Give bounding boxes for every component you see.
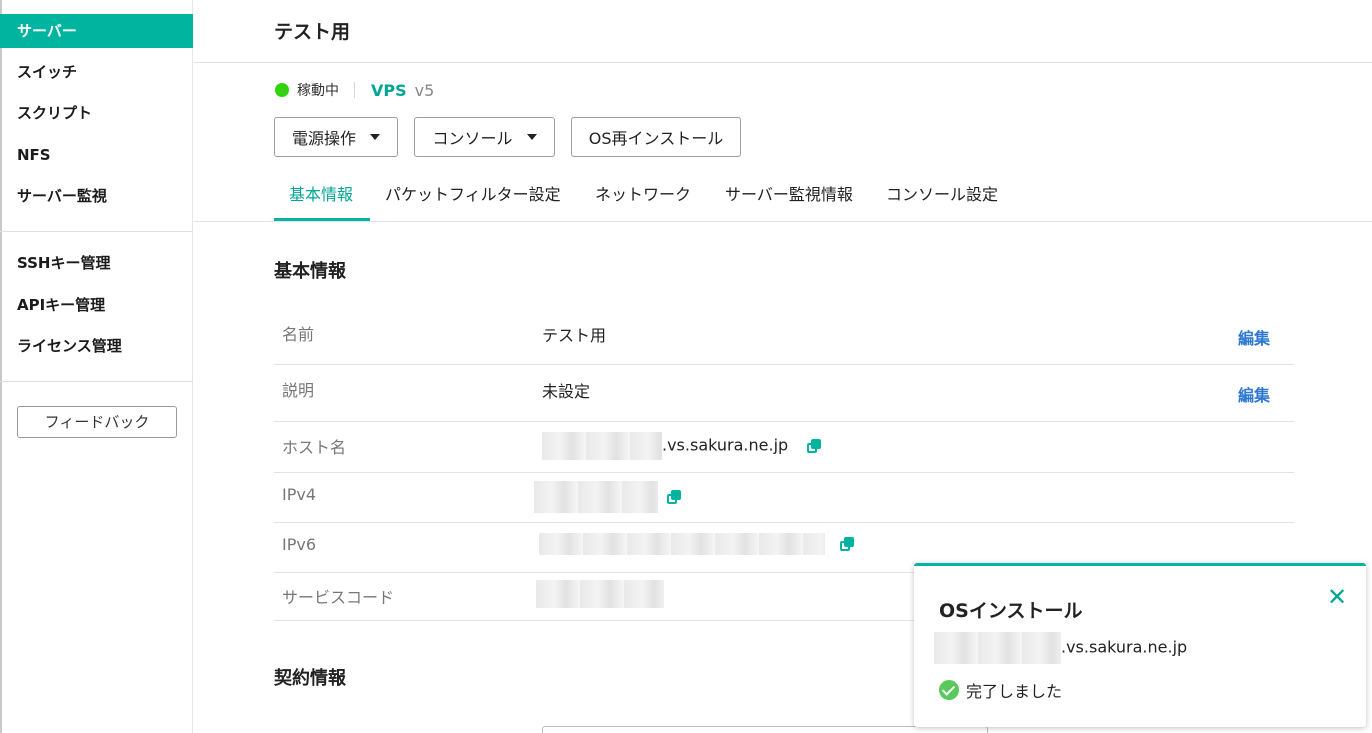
row-label: ホスト名	[282, 438, 347, 457]
tab-packet-filter[interactable]: パケットフィルター設定	[385, 178, 561, 221]
status-text: 稼動中	[297, 83, 339, 99]
redacted-text	[539, 533, 825, 555]
page-title: テスト用	[274, 21, 351, 43]
check-circle-icon	[939, 680, 959, 700]
description-value: 未設定	[542, 382, 591, 401]
service-code-value	[536, 580, 664, 608]
copy-icon[interactable]	[840, 537, 855, 551]
hostname-suffix: .vs.sakura.ne.jp	[662, 435, 789, 455]
copy-icon[interactable]	[667, 490, 682, 504]
hostname-value: .vs.sakura.ne.jp	[542, 432, 822, 460]
server-name-value: テスト用	[542, 326, 607, 345]
table-row: 説明 未設定 編集	[274, 365, 1294, 422]
copy-icon[interactable]	[807, 439, 822, 453]
chevron-down-icon	[526, 134, 537, 140]
sidebar-item-api-keys[interactable]: APIキー管理	[0, 288, 193, 322]
tab-basic-info[interactable]: 基本情報	[289, 178, 353, 221]
toast-status: 完了しました	[939, 678, 1062, 702]
toast-hostname-suffix: .vs.sakura.ne.jp	[1061, 637, 1188, 657]
tabs-divider	[194, 221, 1372, 222]
tab-server-monitoring-info[interactable]: サーバー監視情報	[725, 178, 853, 221]
status-dot-icon	[275, 83, 289, 97]
feedback-button[interactable]: フィードバック	[17, 406, 177, 438]
sidebar-item-scripts[interactable]: スクリプト	[0, 96, 193, 130]
sidebar-item-ssh-keys[interactable]: SSHキー管理	[0, 246, 193, 280]
row-label: IPv4	[282, 485, 317, 504]
edit-description-link[interactable]: 編集	[1238, 382, 1270, 406]
toast-hostname: .vs.sakura.ne.jp	[934, 632, 1187, 664]
sidebar-item-licenses[interactable]: ライセンス管理	[0, 329, 193, 363]
os-reinstall-button[interactable]: OS再インストール	[571, 117, 741, 157]
redacted-text	[542, 432, 662, 460]
redacted-text	[536, 580, 664, 608]
close-icon[interactable]: ✕	[1326, 585, 1348, 609]
toast-title: OSインストール	[939, 600, 1083, 622]
row-label: 説明	[282, 381, 315, 400]
power-operation-button[interactable]: 電源操作	[274, 117, 398, 157]
notification-toast: OSインストール ✕ .vs.sakura.ne.jp 完了しました	[914, 563, 1366, 727]
sidebar-item-servers[interactable]: サーバー	[0, 14, 193, 48]
sidebar-item-switches[interactable]: スイッチ	[0, 55, 193, 89]
sidebar-divider	[0, 381, 193, 382]
chevron-down-icon	[370, 134, 380, 140]
sidebar-item-nfs[interactable]: NFS	[0, 138, 193, 172]
row-label: IPv6	[282, 535, 317, 554]
table-row: ホスト名 .vs.sakura.ne.jp	[274, 422, 1294, 473]
console-label: コンソール	[432, 129, 513, 148]
row-label: サービスコード	[282, 588, 395, 607]
edit-name-link[interactable]: 編集	[1238, 325, 1270, 349]
ipv4-value	[534, 481, 682, 513]
os-reinstall-label: OS再インストール	[588, 129, 724, 148]
tab-network[interactable]: ネットワーク	[595, 178, 691, 221]
table-row: IPv4	[274, 473, 1294, 523]
console-button[interactable]: コンソール	[414, 117, 555, 157]
plan-select[interactable]	[542, 726, 988, 733]
redacted-text	[534, 481, 658, 513]
status-separator	[354, 82, 355, 98]
plan-label: VPS	[371, 80, 407, 100]
row-label: 名前	[282, 325, 315, 344]
header-divider	[194, 62, 1372, 63]
contract-info-heading: 契約情報	[274, 668, 346, 689]
tab-console-settings[interactable]: コンソール設定	[886, 178, 998, 221]
sidebar-item-server-monitoring[interactable]: サーバー監視	[0, 179, 193, 213]
toast-status-text: 完了しました	[966, 682, 1063, 701]
redacted-text	[934, 632, 1061, 664]
sidebar: サーバー スイッチ スクリプト NFS サーバー監視 SSHキー管理 APIキー…	[0, 0, 193, 733]
table-row: 名前 テスト用 編集	[274, 307, 1294, 365]
server-status-bar: 稼動中 VPS v5	[275, 80, 434, 100]
power-operation-label: 電源操作	[291, 129, 356, 148]
version-label: v5	[414, 80, 435, 100]
ipv6-value	[539, 533, 855, 555]
sidebar-divider	[0, 231, 193, 232]
basic-info-heading: 基本情報	[274, 261, 346, 282]
